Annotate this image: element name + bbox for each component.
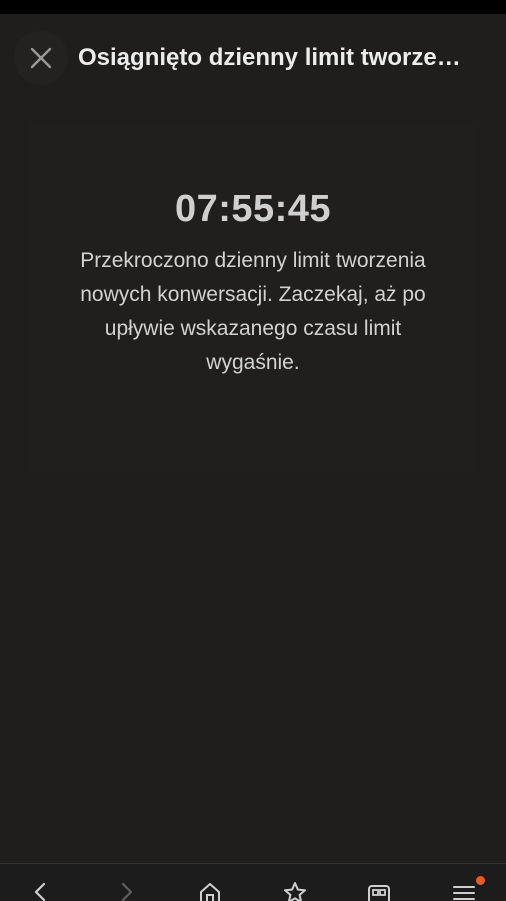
tabs-icon [368,885,390,901]
notification-dot [476,876,485,885]
bookmarks-button[interactable] [275,880,315,901]
menu-icon [453,886,475,900]
bottom-nav [0,863,506,901]
countdown-timer: 07:55:45 [174,188,332,230]
star-icon [284,882,306,901]
home-button[interactable] [190,880,230,901]
back-button[interactable] [21,880,61,901]
home-icon [200,883,220,901]
forward-button[interactable] [106,880,146,901]
close-icon [30,47,52,69]
close-button[interactable] [14,31,68,85]
tabs-button[interactable] [359,880,399,901]
status-bar [0,0,506,14]
forward-icon [121,882,133,901]
limit-message: Przekroczono dzienny limit tworzenia now… [80,249,426,374]
back-icon [34,882,46,901]
header: Osiągnięto dzienny limit tworze… [0,14,506,102]
page-title: Osiągnięto dzienny limit tworze… [78,44,461,71]
